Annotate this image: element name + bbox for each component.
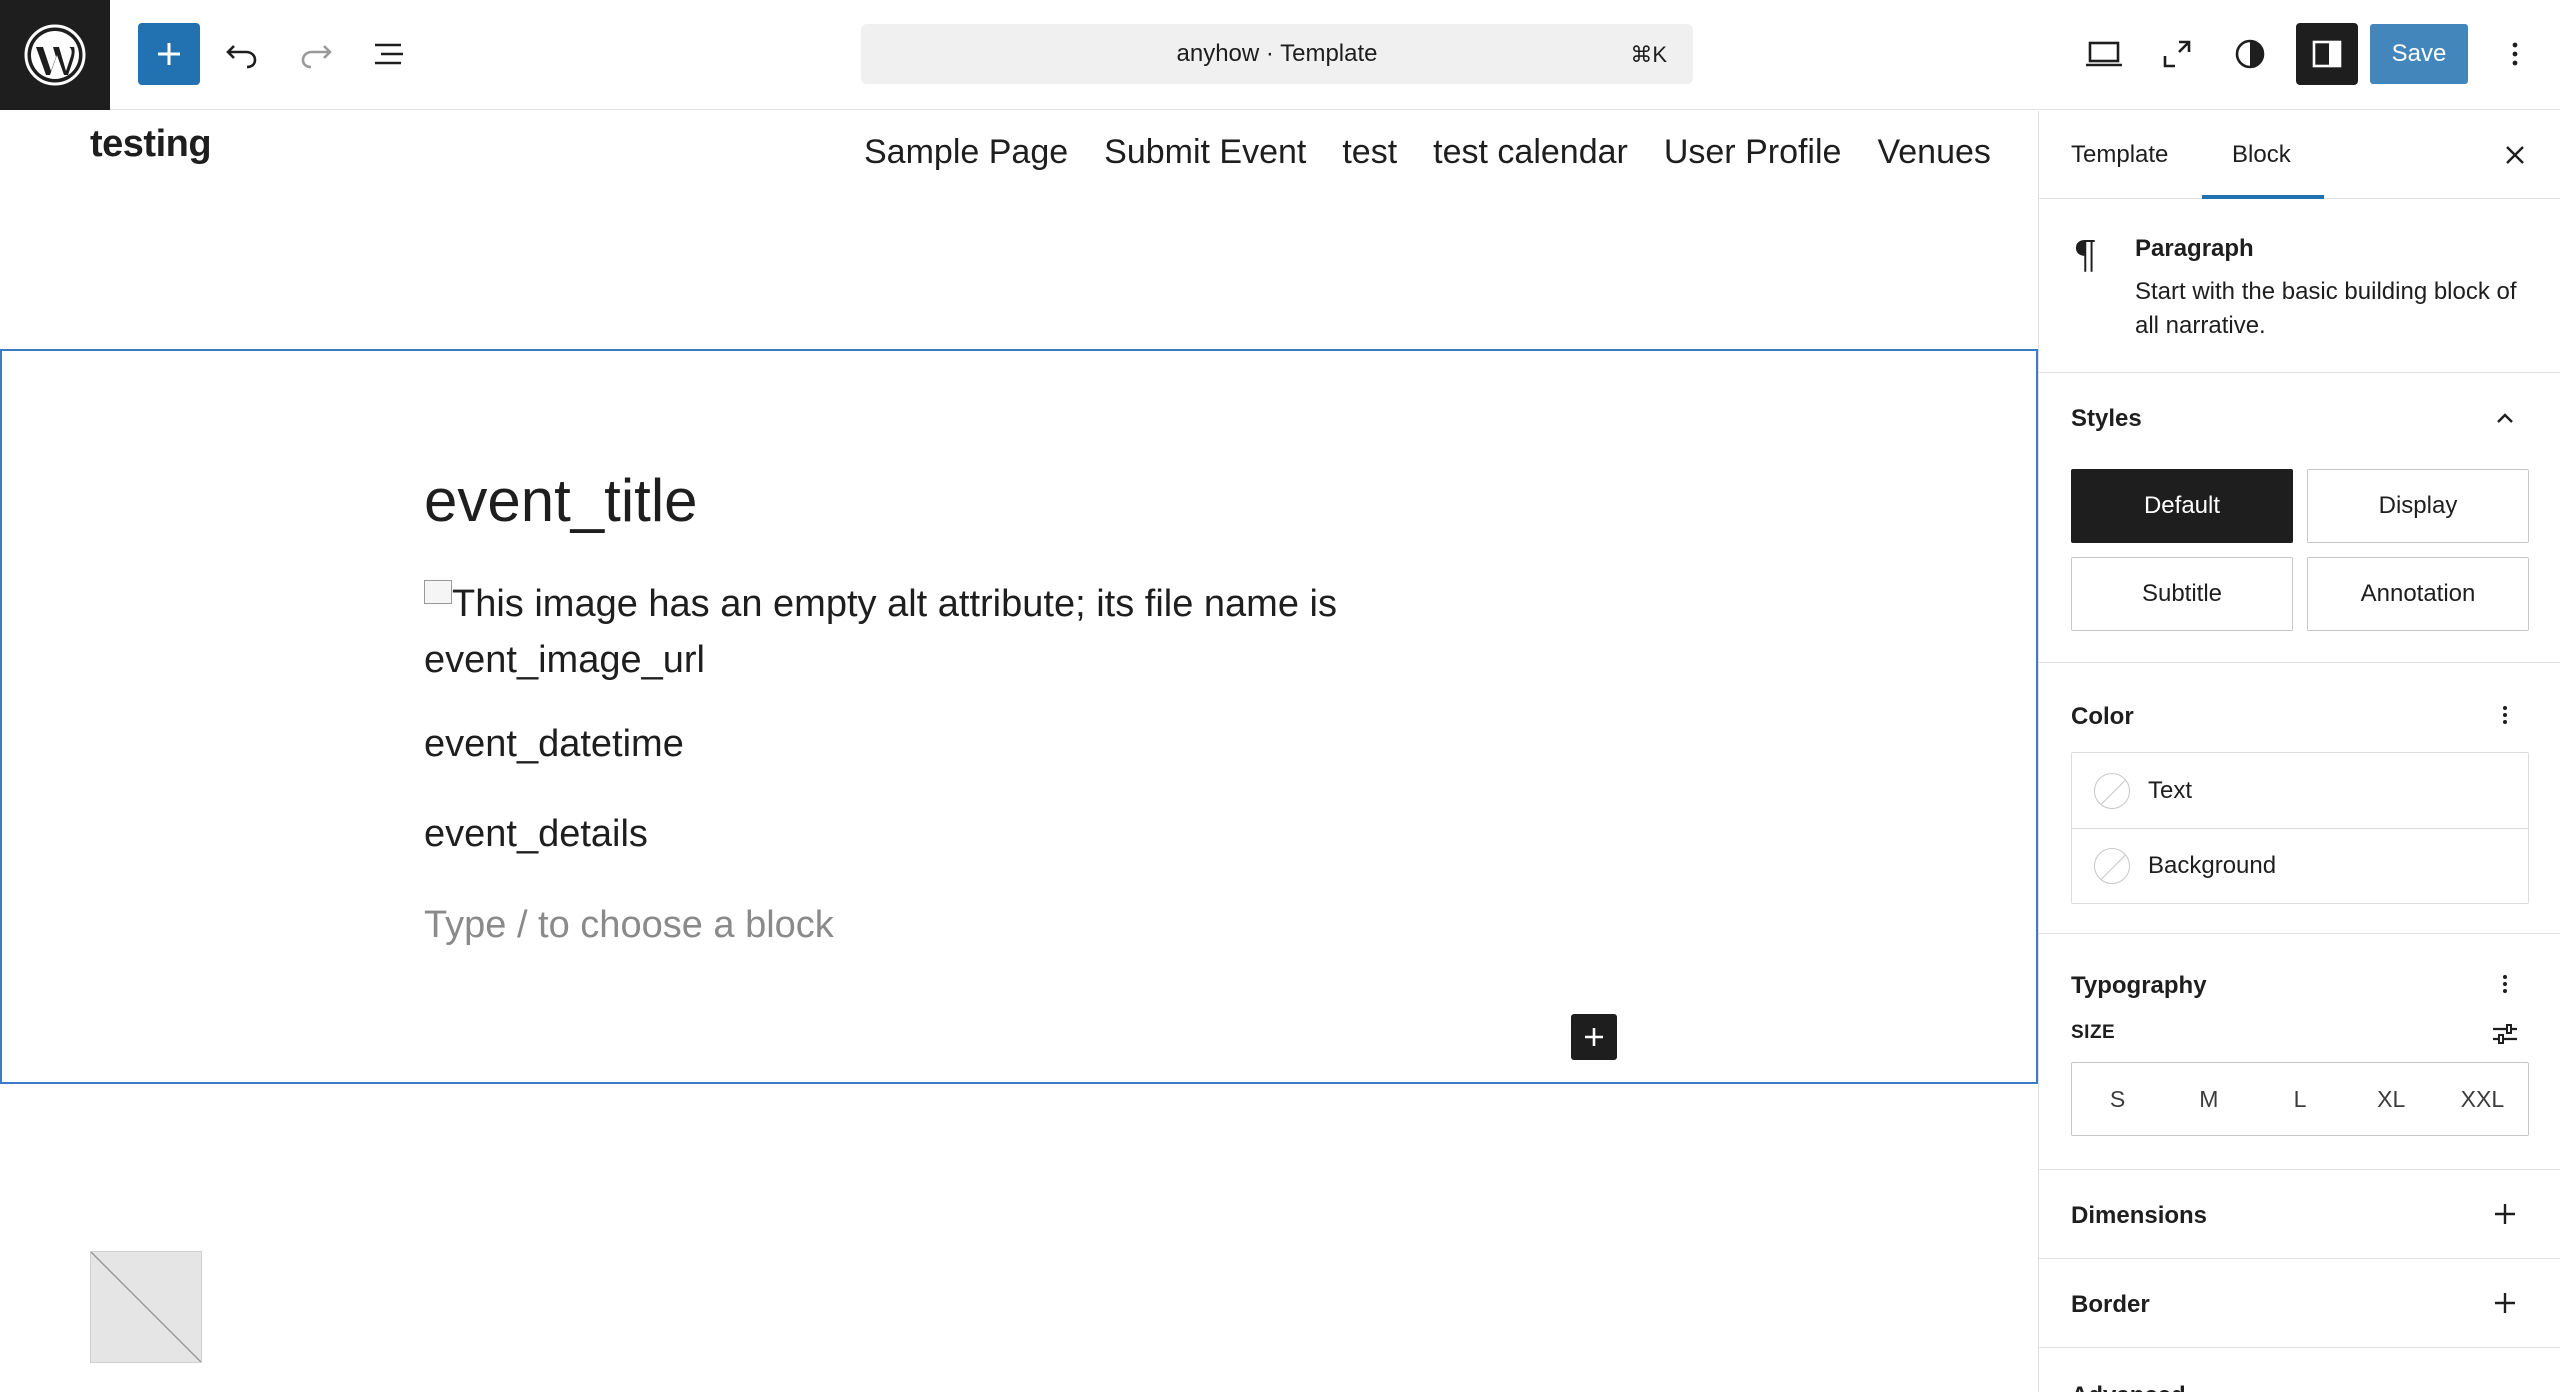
redo-button[interactable] bbox=[285, 23, 347, 85]
site-navigation: Sample Page Submit Event test test calen… bbox=[864, 133, 1991, 172]
border-panel-title: Border bbox=[2071, 1291, 2150, 1318]
add-border-button[interactable] bbox=[2485, 1283, 2525, 1323]
text-color-control[interactable]: Text bbox=[2072, 753, 2528, 828]
advanced-panel[interactable]: Advanced bbox=[2039, 1348, 2560, 1392]
nav-item[interactable]: Sample Page bbox=[864, 133, 1068, 172]
contrast-icon bbox=[2235, 39, 2265, 69]
font-size-picker: S M L XL XXL bbox=[2071, 1062, 2529, 1136]
size-option-xl[interactable]: XL bbox=[2346, 1063, 2437, 1135]
image-placeholder[interactable] bbox=[90, 1251, 202, 1363]
collapse-styles-button[interactable] bbox=[2485, 399, 2525, 439]
plus-icon bbox=[2495, 1204, 2515, 1224]
styles-panel-title[interactable]: Styles bbox=[2071, 405, 2142, 433]
empty-paragraph-placeholder[interactable]: Type / to choose a block bbox=[424, 904, 834, 947]
close-sidebar-button[interactable] bbox=[2497, 137, 2533, 173]
selected-group-block[interactable]: event_title This image has an empty alt … bbox=[0, 349, 2038, 1084]
typography-panel: Typography SIZE S M L XL XXL bbox=[2039, 934, 2560, 1170]
block-description: Start with the basic building block of a… bbox=[2135, 278, 2517, 339]
block-inserter-button[interactable] bbox=[138, 23, 200, 85]
custom-size-toggle[interactable] bbox=[2485, 1014, 2525, 1054]
sliders-icon bbox=[2493, 1024, 2517, 1044]
background-color-control[interactable]: Background bbox=[2072, 828, 2528, 903]
font-size-label: SIZE bbox=[2071, 1022, 2116, 1043]
site-title[interactable]: testing bbox=[90, 123, 212, 166]
more-vertical-icon bbox=[2512, 42, 2518, 66]
sidebar-icon bbox=[2312, 40, 2342, 68]
plus-icon bbox=[1585, 1028, 1603, 1046]
empty-swatch-icon bbox=[2094, 772, 2130, 809]
chevron-up-icon bbox=[2497, 413, 2513, 423]
dimensions-panel-title: Dimensions bbox=[2071, 1202, 2208, 1229]
color-panel-title: Color bbox=[2071, 703, 2134, 730]
paragraph-icon: ¶ bbox=[2073, 233, 2098, 277]
color-panel: Color Text Background bbox=[2039, 663, 2560, 934]
styles-panel: Styles Default Display Subtitle Annotati… bbox=[2039, 373, 2560, 663]
redo-icon bbox=[301, 45, 332, 69]
chevron-down-icon bbox=[2493, 1384, 2517, 1392]
undo-button[interactable] bbox=[211, 23, 273, 85]
editor-canvas[interactable]: testing Sample Page Submit Event test te… bbox=[0, 111, 2038, 1392]
advanced-panel-title: Advanced bbox=[2071, 1382, 2186, 1392]
dimensions-panel[interactable]: Dimensions bbox=[2039, 1170, 2560, 1259]
event-datetime-paragraph[interactable]: event_datetime bbox=[424, 723, 684, 766]
style-annotation-button[interactable]: Annotation bbox=[2307, 557, 2529, 631]
add-dimensions-button[interactable] bbox=[2485, 1194, 2525, 1234]
editor-toolbar: anyhow · Template ⌘K Save bbox=[0, 0, 2560, 110]
more-vertical-icon bbox=[2503, 975, 2507, 993]
nav-item[interactable]: User Profile bbox=[1664, 133, 1842, 172]
event-image-block[interactable]: This image has an empty alt attribute; i… bbox=[424, 576, 1404, 688]
tab-template[interactable]: Template bbox=[2071, 141, 2168, 169]
image-alt-text: This image has an empty alt attribute; i… bbox=[424, 583, 1337, 681]
settings-sidebar-toggle[interactable] bbox=[2296, 23, 2358, 85]
fullscreen-button[interactable] bbox=[2146, 23, 2208, 85]
block-name: Paragraph bbox=[2135, 235, 2254, 262]
list-view-button[interactable] bbox=[358, 23, 420, 85]
nav-item[interactable]: Venues bbox=[1877, 133, 1990, 172]
close-icon bbox=[2506, 146, 2524, 164]
add-block-button[interactable] bbox=[1571, 1014, 1617, 1060]
border-panel[interactable]: Border bbox=[2039, 1259, 2560, 1348]
plus-icon bbox=[158, 43, 180, 65]
more-vertical-icon bbox=[2503, 706, 2507, 724]
styles-button[interactable] bbox=[2219, 23, 2281, 85]
save-button[interactable]: Save bbox=[2370, 24, 2468, 84]
device-preview-button[interactable] bbox=[2073, 23, 2135, 85]
undo-icon bbox=[226, 45, 257, 69]
size-option-m[interactable]: M bbox=[2163, 1063, 2254, 1135]
size-option-l[interactable]: L bbox=[2254, 1063, 2345, 1135]
style-default-button[interactable]: Default bbox=[2071, 469, 2293, 543]
size-option-xxl[interactable]: XXL bbox=[2437, 1063, 2528, 1135]
color-options-button[interactable] bbox=[2485, 695, 2525, 735]
wordpress-logo-icon[interactable] bbox=[0, 0, 110, 110]
expand-advanced-button[interactable] bbox=[2485, 1376, 2525, 1392]
nav-item[interactable]: test bbox=[1342, 133, 1397, 172]
plus-icon bbox=[2495, 1293, 2515, 1313]
size-option-s[interactable]: S bbox=[2072, 1063, 2163, 1135]
empty-swatch-icon bbox=[2094, 848, 2130, 884]
nav-item[interactable]: test calendar bbox=[1433, 133, 1628, 172]
options-button[interactable] bbox=[2484, 23, 2546, 85]
broken-image-icon bbox=[424, 580, 452, 604]
fullscreen-icon bbox=[2163, 40, 2191, 68]
style-display-button[interactable]: Display bbox=[2307, 469, 2529, 543]
sidebar-tabs: Template Block bbox=[2039, 111, 2560, 199]
color-settings: Text Background bbox=[2071, 752, 2529, 904]
typography-panel-title: Typography bbox=[2071, 972, 2207, 999]
text-color-label: Text bbox=[2148, 776, 2193, 804]
event-title-heading[interactable]: event_title bbox=[424, 466, 698, 535]
command-palette-bar[interactable]: anyhow · Template ⌘K bbox=[861, 24, 1693, 84]
image-placeholder-icon bbox=[91, 1252, 201, 1362]
background-color-label: Background bbox=[2148, 852, 2277, 879]
block-card: ¶ Paragraph Start with the basic buildin… bbox=[2039, 199, 2560, 373]
desktop-icon bbox=[2086, 41, 2122, 67]
style-subtitle-button[interactable]: Subtitle bbox=[2071, 557, 2293, 631]
command-shortcut: ⌘K bbox=[1630, 42, 1667, 67]
list-view-icon bbox=[375, 43, 403, 65]
settings-sidebar: Template Block ¶ Paragraph Start with th… bbox=[2038, 111, 2560, 1392]
nav-item[interactable]: Submit Event bbox=[1104, 133, 1306, 172]
typography-options-button[interactable] bbox=[2485, 964, 2525, 1004]
tab-block[interactable]: Block bbox=[2232, 141, 2291, 169]
document-title: anyhow · Template bbox=[1176, 40, 1378, 67]
event-details-paragraph[interactable]: event_details bbox=[424, 813, 648, 856]
